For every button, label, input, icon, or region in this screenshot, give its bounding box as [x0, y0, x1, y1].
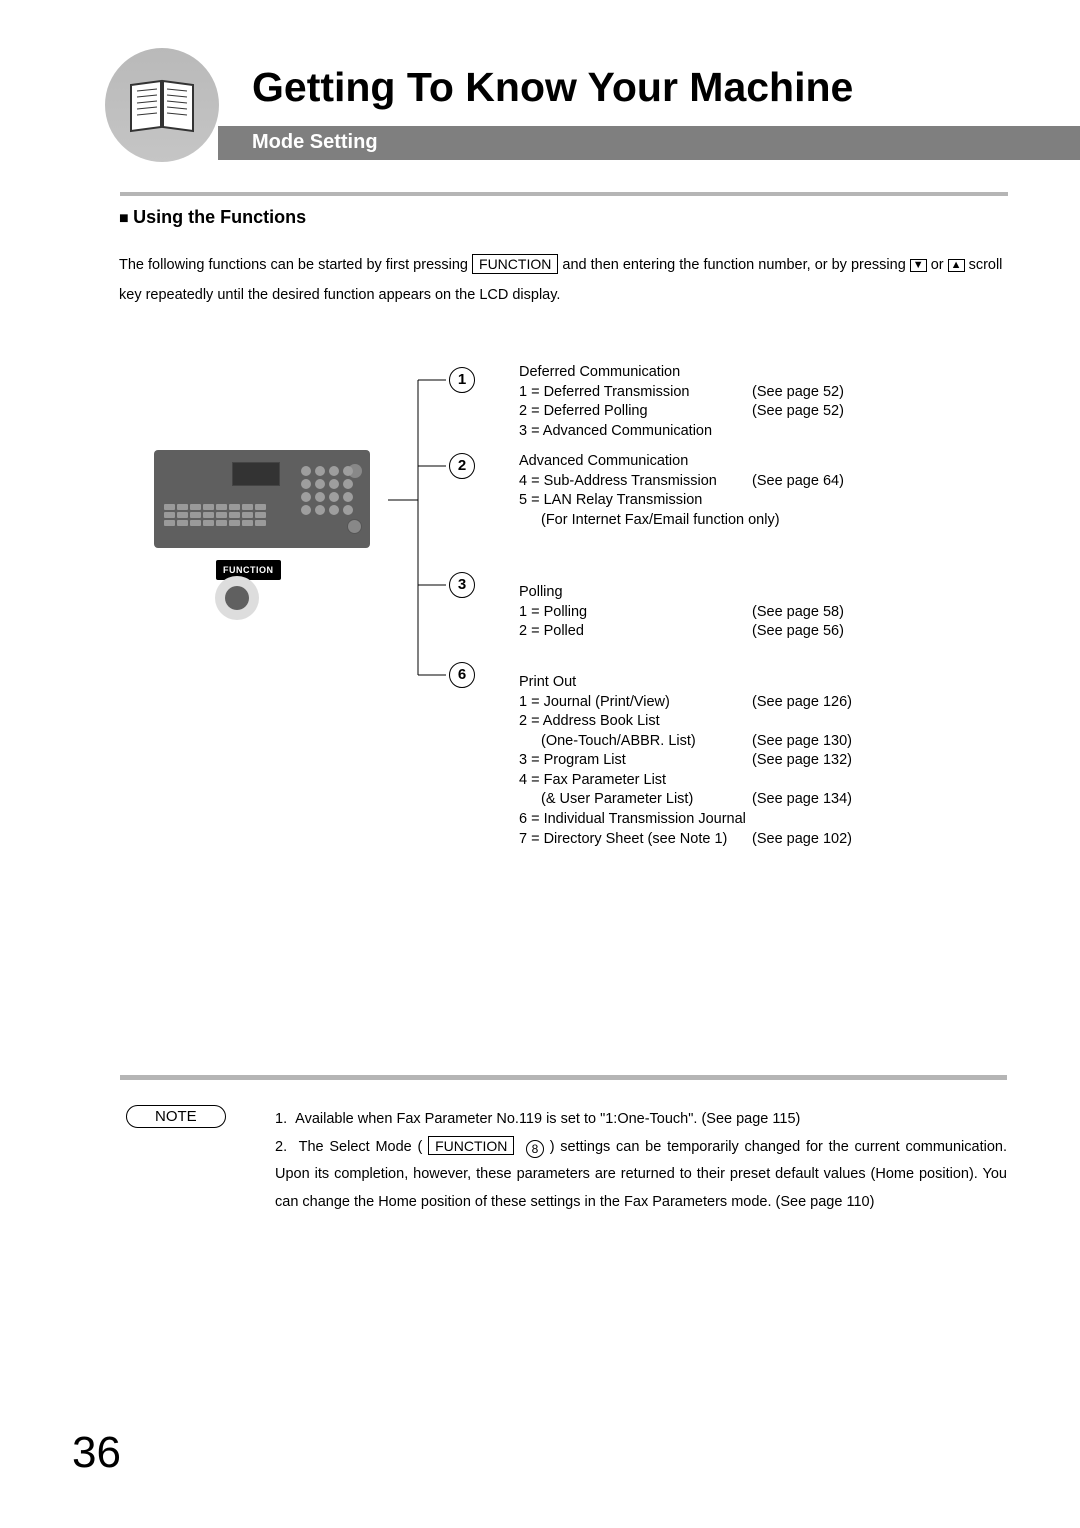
function-button-label: FUNCTION	[216, 560, 281, 580]
function-key-label: FUNCTION	[428, 1136, 514, 1156]
up-arrow-icon: ▲	[948, 259, 965, 272]
function-button-illustration	[225, 586, 249, 610]
page-header: Getting To Know Your Machine Mode Settin…	[0, 42, 1080, 169]
note-1: 1. Available when Fax Parameter No.119 i…	[275, 1106, 1007, 1134]
chapter-title: Getting To Know Your Machine	[252, 64, 853, 111]
square-bullet-icon: ■	[119, 210, 133, 227]
control-panel-illustration	[154, 450, 370, 548]
footer-divider	[120, 1075, 1007, 1080]
page-refs-6: (See page 126) (See page 130) (See page …	[752, 673, 852, 849]
intro-paragraph: The following functions can be started b…	[119, 250, 1006, 311]
menu-number-1: 1	[449, 367, 475, 393]
note-2: 2. The Select Mode ( FUNCTION 8 ) settin…	[275, 1134, 1007, 1217]
menu-number-6: 6	[449, 662, 475, 688]
tree-connector	[388, 360, 488, 680]
down-arrow-icon: ▼	[910, 259, 927, 272]
keypad-8-icon: 8	[526, 1140, 544, 1158]
page-number: 36	[72, 1428, 121, 1478]
page-refs-1: (See page 52) (See page 52)	[752, 363, 844, 422]
book-icon	[105, 48, 219, 162]
page-refs-3: (See page 58) (See page 56)	[752, 583, 844, 642]
menu-number-3: 3	[449, 572, 475, 598]
function-key-label: FUNCTION	[472, 254, 558, 274]
menu-number-2: 2	[449, 453, 475, 479]
section-bar: Mode Setting	[218, 126, 1080, 160]
function-block-1: Deferred Communication 1 = Deferred Tran…	[519, 363, 712, 441]
notes-list: 1. Available when Fax Parameter No.119 i…	[275, 1106, 1007, 1216]
manual-page: Getting To Know Your Machine Mode Settin…	[0, 0, 1080, 1528]
function-block-6: Print Out 1 = Journal (Print/View) 2 = A…	[519, 673, 746, 849]
divider	[120, 192, 1008, 196]
function-block-3: Polling 1 = Polling 2 = Polled	[519, 583, 587, 642]
note-label: NOTE	[126, 1105, 226, 1128]
page-refs-2: (See page 64)	[752, 452, 844, 491]
keypad-illustration	[301, 466, 354, 515]
subsection-heading: ■ Using the Functions	[119, 207, 306, 228]
function-block-2: Advanced Communication 4 = Sub-Address T…	[519, 452, 780, 530]
